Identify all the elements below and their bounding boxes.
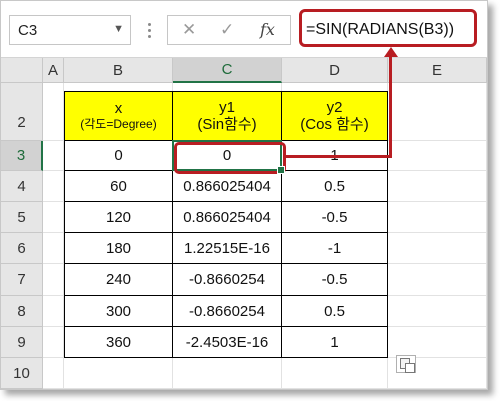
table-cell[interactable]: 0 <box>64 141 173 171</box>
callout-line-vertical <box>389 56 392 158</box>
table-cell[interactable]: 180 <box>64 233 173 264</box>
row-header[interactable]: 3 <box>1 141 43 171</box>
row-header[interactable]: 9 <box>1 327 43 358</box>
formula-buttons: ✕ ✓ fx <box>167 15 291 45</box>
table-cell[interactable]: 240 <box>64 264 173 296</box>
header-subtitle: (각도=Degree) <box>80 116 157 131</box>
header-subtitle: (Cos 함수) <box>300 116 369 133</box>
table-header-cell[interactable]: y2 (Cos 함수) <box>282 91 388 141</box>
grid-line <box>486 83 487 389</box>
table-cell[interactable]: 0.866025404 <box>173 171 282 202</box>
table-cell[interactable]: -1 <box>282 233 388 264</box>
row-header[interactable]: 2 <box>1 83 43 141</box>
name-box-value: C3 <box>18 22 38 39</box>
column-header[interactable]: A <box>43 58 64 83</box>
column-header[interactable]: B <box>64 58 173 83</box>
table-cell[interactable]: 360 <box>64 327 173 358</box>
formula-bar: C3 ▼ ✕ ✓ fx =SIN(RADIANS(B3)) <box>1 1 487 58</box>
row-header[interactable]: 4 <box>1 171 43 202</box>
table-cell[interactable]: -0.8660254 <box>173 264 282 296</box>
header-subtitle: (Sin함수) <box>197 116 257 133</box>
row-header[interactable]: 10 <box>1 358 43 389</box>
table-cell[interactable]: 0.866025404 <box>173 202 282 233</box>
table-cell[interactable]: 60 <box>64 171 173 202</box>
name-box[interactable]: C3 ▼ <box>9 15 131 45</box>
table-header-cell[interactable]: y1 (Sin함수) <box>173 91 282 141</box>
drag-handle-icon[interactable] <box>144 15 156 45</box>
formula-highlight-box <box>299 9 477 47</box>
enter-icon[interactable]: ✓ <box>220 20 234 40</box>
worksheet-grid: ABCDE 2 3 4 5 6 7 8 9 10 x (각도=Degree) y1 (Sin함수) y2… <box>1 58 487 389</box>
callout-arrow-icon <box>384 47 398 57</box>
header-title: x <box>114 100 123 118</box>
excel-window: C3 ▼ ✕ ✓ fx =SIN(RADIANS(B3)) ABCDE 2345… <box>0 0 488 390</box>
row-header[interactable]: 6 <box>1 233 43 264</box>
column-header[interactable]: D <box>282 58 388 83</box>
column-header[interactable]: C <box>173 58 282 83</box>
table-cell[interactable]: -0.5 <box>282 264 388 296</box>
callout-line-horizontal <box>286 155 392 158</box>
table-cell[interactable]: 0.5 <box>282 171 388 202</box>
select-all-corner[interactable] <box>1 58 43 83</box>
table-cell[interactable]: 1.22515E-16 <box>173 233 282 264</box>
grid-line <box>43 388 487 389</box>
table-cell[interactable]: 300 <box>64 296 173 327</box>
cancel-icon[interactable]: ✕ <box>182 20 196 40</box>
paste-options-icon[interactable] <box>396 355 416 373</box>
cell-highlight-box <box>174 142 286 174</box>
column-header[interactable]: E <box>388 58 487 83</box>
table-cell[interactable]: 1 <box>282 327 388 358</box>
chevron-down-icon[interactable]: ▼ <box>113 23 124 35</box>
fx-icon[interactable]: fx <box>260 20 275 39</box>
table-cell[interactable]: -0.5 <box>282 202 388 233</box>
row-header[interactable]: 7 <box>1 264 43 296</box>
table-cell[interactable]: 120 <box>64 202 173 233</box>
header-title: y1 <box>219 98 235 116</box>
header-title: y2 <box>326 98 343 116</box>
table-cell[interactable]: -0.8660254 <box>173 296 282 327</box>
table-cell[interactable]: -2.4503E-16 <box>173 327 282 358</box>
table-header-cell[interactable]: x (각도=Degree) <box>64 91 173 141</box>
row-header[interactable]: 8 <box>1 296 43 327</box>
table-cell[interactable]: 0.5 <box>282 296 388 327</box>
row-header[interactable]: 5 <box>1 202 43 233</box>
fill-handle[interactable] <box>277 166 285 174</box>
